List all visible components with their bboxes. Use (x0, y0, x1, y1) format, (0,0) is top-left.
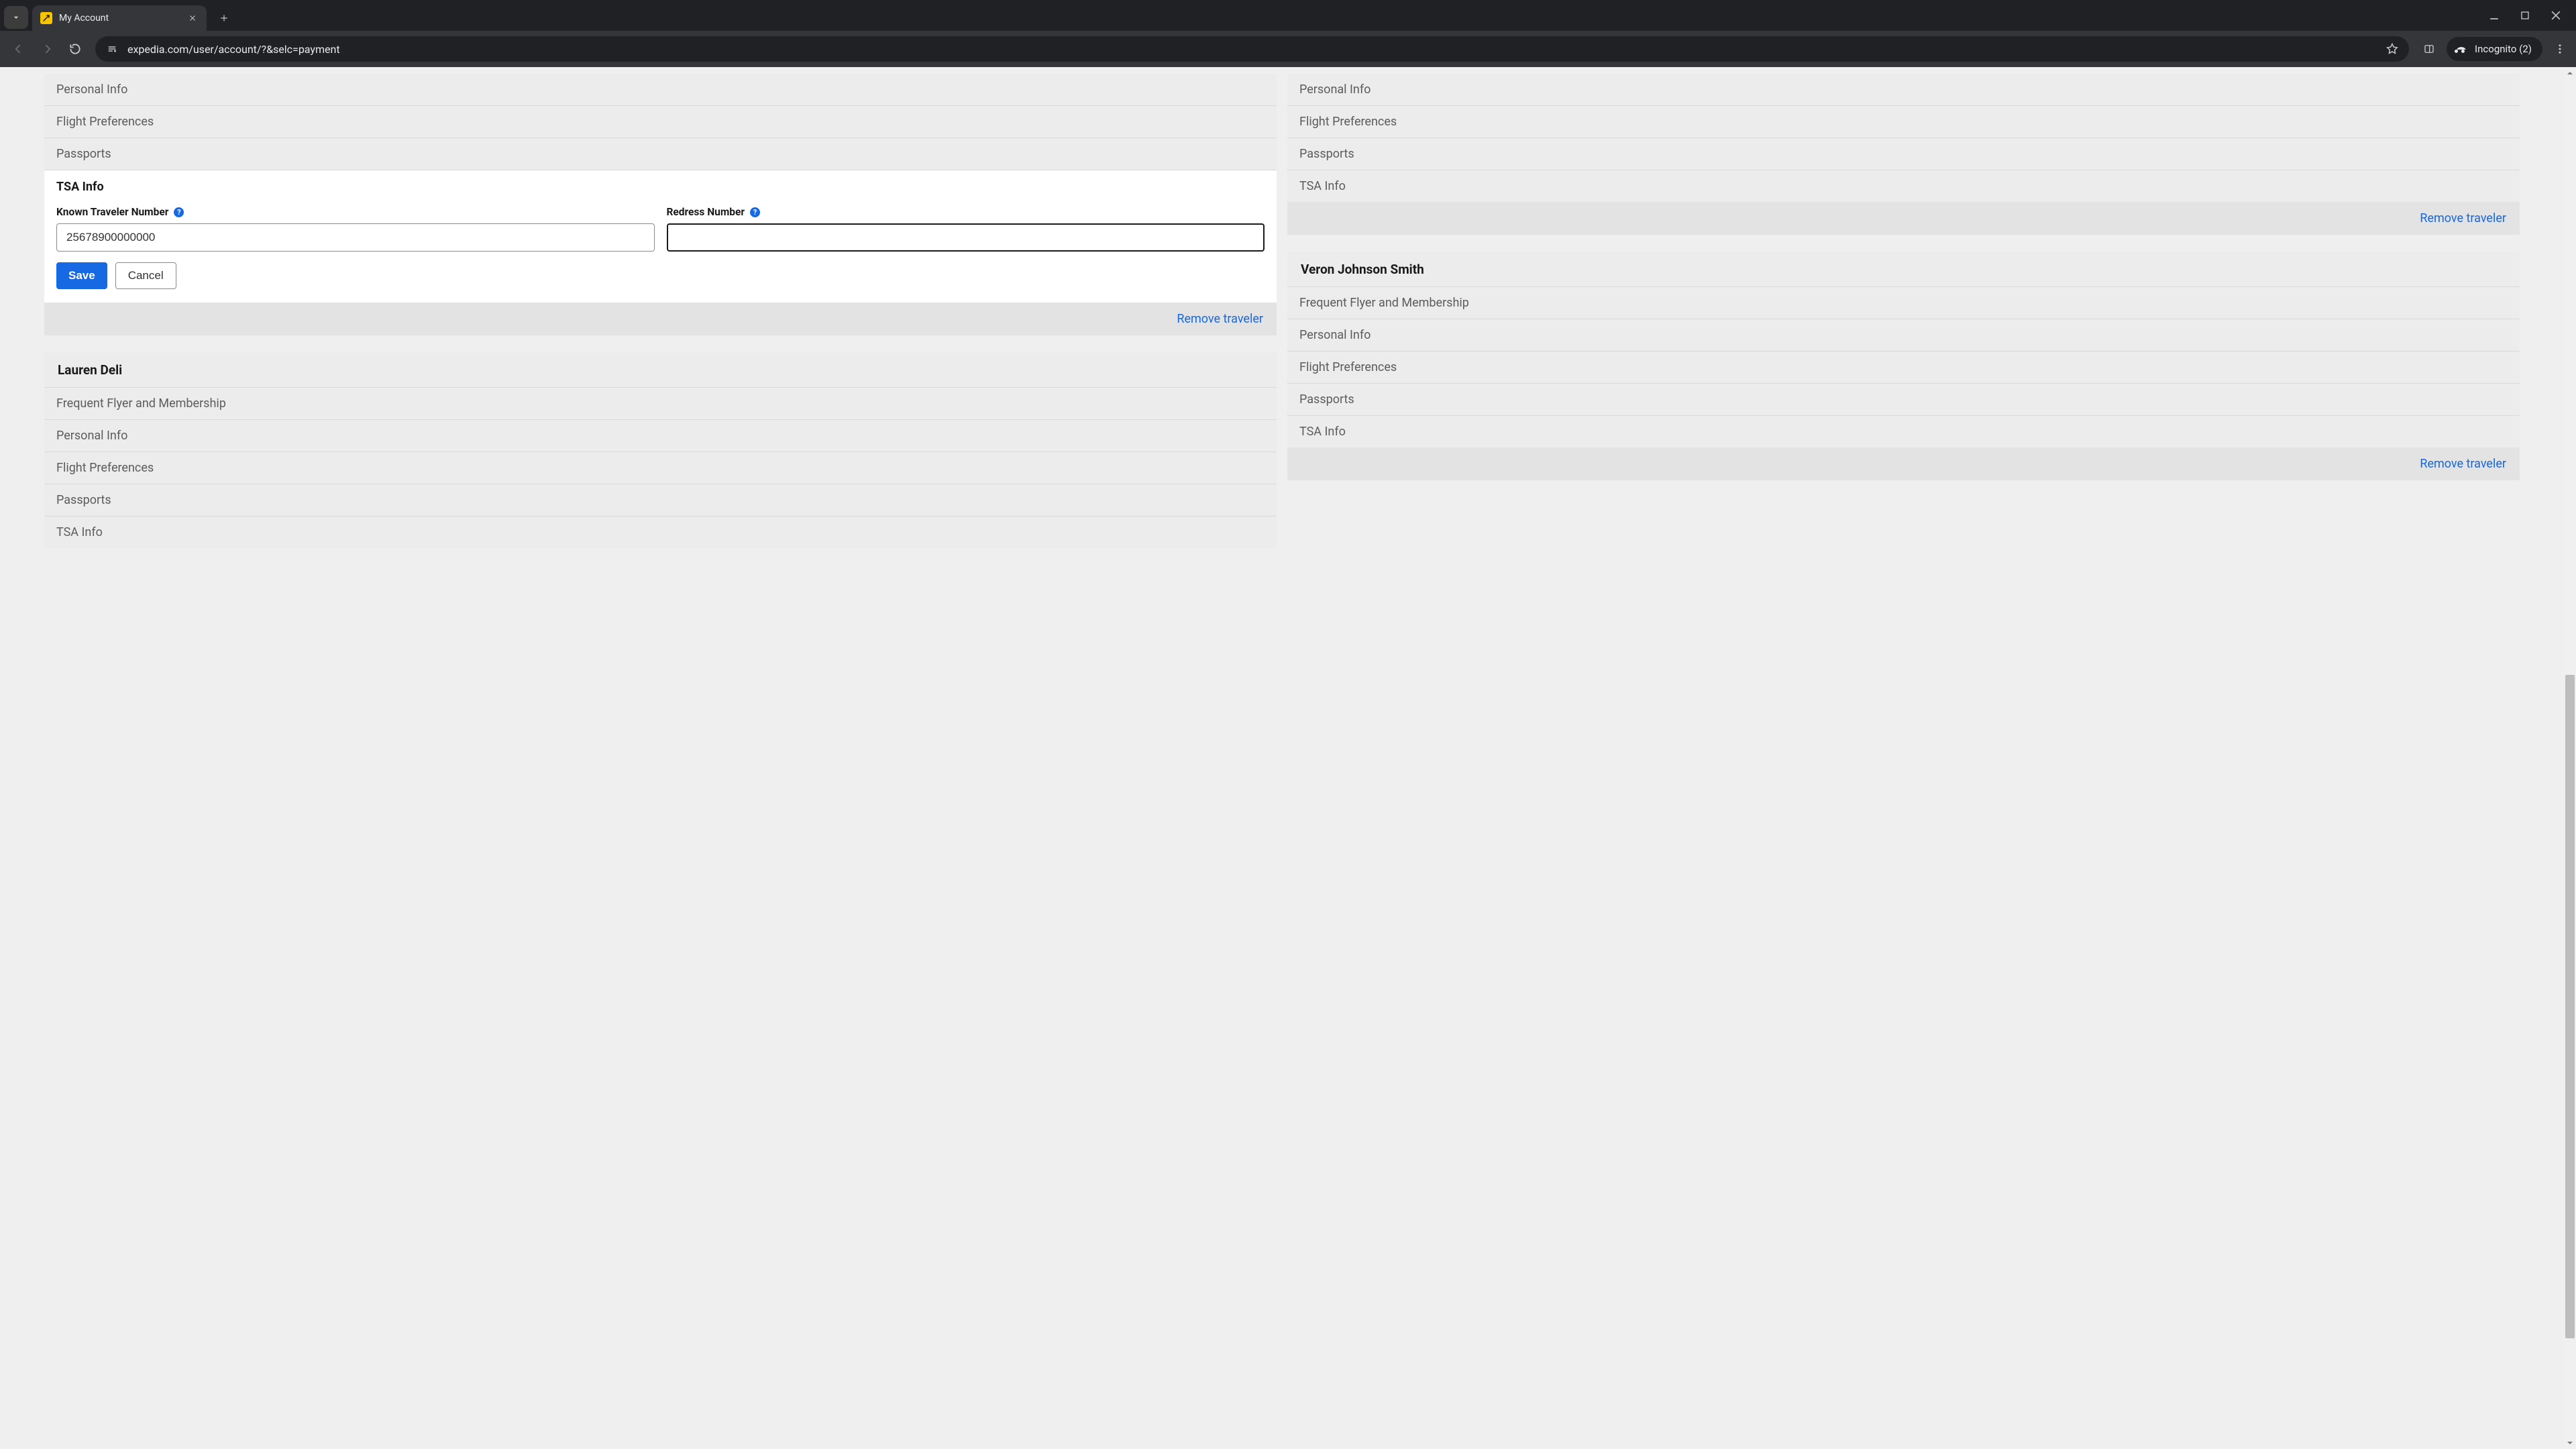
section-passports[interactable]: Passports (44, 138, 1277, 170)
section-passports[interactable]: Passports (44, 484, 1277, 516)
page-content: Personal Info Flight Preferences Passpor… (0, 67, 2564, 1449)
tab-close-button[interactable] (186, 12, 199, 24)
section-personal-info[interactable]: Personal Info (1287, 74, 2520, 105)
traveler-card-2: Personal Info Flight Preferences Passpor… (1287, 74, 2520, 235)
ktn-help-icon[interactable]: ? (174, 207, 184, 217)
section-personal-info[interactable]: Personal Info (1287, 319, 2520, 351)
traveler-card-veron: Veron Johnson Smith Frequent Flyer and M… (1287, 252, 2520, 480)
side-panel-button[interactable] (2420, 40, 2438, 58)
tab-search-button[interactable] (4, 6, 28, 29)
section-frequent-flyer[interactable]: Frequent Flyer and Membership (1287, 286, 2520, 319)
traveler-card-1: Personal Info Flight Preferences Passpor… (44, 74, 1277, 335)
section-passports[interactable]: Passports (1287, 383, 2520, 415)
traveler-name-veron: Veron Johnson Smith (1287, 252, 2520, 286)
section-tsa-info[interactable]: TSA Info (1287, 170, 2520, 202)
browser-toolbar: expedia.com/user/account/?&selc=payment … (0, 31, 2576, 67)
traveler-card-lauren: Lauren Deli Frequent Flyer and Membershi… (44, 353, 1277, 548)
browser-tab[interactable]: My Account (32, 5, 207, 31)
ktn-field: Known Traveler Number ? (56, 206, 655, 252)
remove-traveler-link[interactable]: Remove traveler (2420, 457, 2506, 471)
section-flight-preferences[interactable]: Flight Preferences (44, 451, 1277, 484)
redress-label: Redress Number (667, 206, 745, 218)
tab-title: My Account (59, 13, 180, 23)
url-text: expedia.com/user/account/?&selc=payment (127, 43, 2377, 56)
address-bar[interactable]: expedia.com/user/account/?&selc=payment (95, 36, 2409, 62)
tab-strip: My Account (0, 0, 2576, 31)
left-column: Personal Info Flight Preferences Passpor… (44, 67, 1277, 1449)
section-flight-preferences[interactable]: Flight Preferences (1287, 105, 2520, 138)
remove-traveler-link[interactable]: Remove traveler (1177, 312, 1263, 326)
site-settings-icon[interactable] (105, 42, 119, 56)
section-personal-info[interactable]: Personal Info (44, 419, 1277, 451)
section-tsa-info[interactable]: TSA Info (44, 516, 1277, 548)
cancel-button[interactable]: Cancel (115, 262, 176, 289)
tsa-info-panel: TSA Info Known Traveler Number ? (44, 170, 1277, 303)
back-button[interactable] (7, 37, 31, 61)
incognito-indicator[interactable]: Incognito (2) (2447, 37, 2542, 61)
remove-traveler-link[interactable]: Remove traveler (2420, 211, 2506, 225)
window-controls (2487, 0, 2573, 31)
card-footer: Remove traveler (1287, 447, 2520, 480)
browser-menu-button[interactable] (2551, 40, 2569, 58)
card-footer: Remove traveler (1287, 202, 2520, 235)
scroll-down-icon[interactable] (2564, 1437, 2576, 1449)
bookmark-star-icon[interactable] (2385, 42, 2400, 56)
incognito-label: Incognito (2) (2475, 43, 2532, 55)
section-tsa-info[interactable]: TSA Info (1287, 415, 2520, 447)
save-button[interactable]: Save (56, 262, 107, 289)
redress-help-icon[interactable]: ? (750, 207, 760, 217)
section-frequent-flyer[interactable]: Frequent Flyer and Membership (44, 387, 1277, 419)
window-minimize-button[interactable] (2487, 9, 2501, 22)
redress-field: Redress Number ? (667, 206, 1265, 252)
ktn-label: Known Traveler Number (56, 206, 168, 218)
redress-input[interactable] (667, 223, 1265, 252)
reload-button[interactable] (63, 37, 87, 61)
forward-button[interactable] (35, 37, 59, 61)
scroll-up-icon[interactable] (2564, 67, 2576, 79)
section-passports[interactable]: Passports (1287, 138, 2520, 170)
expedia-favicon-icon (40, 12, 52, 24)
traveler-name-lauren: Lauren Deli (44, 353, 1277, 387)
new-tab-button[interactable] (213, 7, 235, 29)
tsa-heading: TSA Info (56, 180, 1265, 194)
section-personal-info[interactable]: Personal Info (44, 74, 1277, 105)
scrollbar-thumb[interactable] (2565, 675, 2575, 1338)
vertical-scrollbar[interactable] (2564, 67, 2576, 1449)
section-flight-preferences[interactable]: Flight Preferences (44, 105, 1277, 138)
right-column: Personal Info Flight Preferences Passpor… (1287, 67, 2520, 1449)
ktn-input[interactable] (56, 223, 655, 252)
card-footer: Remove traveler (44, 303, 1277, 335)
window-maximize-button[interactable] (2518, 9, 2532, 22)
window-close-button[interactable] (2549, 9, 2563, 22)
section-flight-preferences[interactable]: Flight Preferences (1287, 351, 2520, 383)
